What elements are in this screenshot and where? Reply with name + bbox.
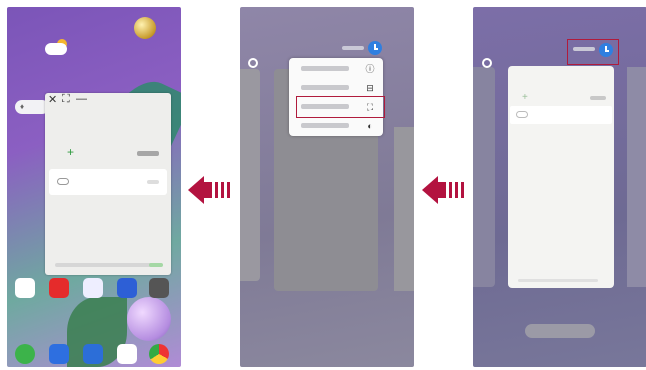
highlight-box xyxy=(567,39,619,65)
blurred-title xyxy=(137,151,159,156)
weather-icon[interactable] xyxy=(45,39,71,55)
chrome-icon[interactable] xyxy=(149,344,169,364)
recent-app-card-side[interactable] xyxy=(627,67,646,287)
blurred-app-name xyxy=(342,46,364,50)
blurred-text xyxy=(147,180,159,184)
app-icon[interactable] xyxy=(117,278,137,298)
youtube-icon[interactable] xyxy=(49,278,69,298)
arrow-left-icon xyxy=(188,176,234,204)
blurred-footer xyxy=(55,263,155,267)
close-all-button[interactable] xyxy=(525,324,595,338)
recent-app-card[interactable] xyxy=(240,69,260,281)
blurred-footer-accent xyxy=(149,263,163,267)
app-icon[interactable] xyxy=(83,278,103,298)
pin-icon: ◐ xyxy=(367,121,373,131)
recent-app-card-side[interactable] xyxy=(473,67,495,287)
popup-window[interactable]: ✕ ⛶ — + xyxy=(45,93,171,275)
list-item[interactable] xyxy=(510,106,612,124)
popup-title-bar: ✕ ⛶ — xyxy=(45,93,171,107)
minimize-icon[interactable]: — xyxy=(76,93,87,105)
wallpaper-sphere xyxy=(127,297,171,341)
close-icon[interactable]: ✕ xyxy=(48,93,57,106)
highlight-box xyxy=(296,96,385,118)
menu-item-pin[interactable]: ◐ xyxy=(289,117,383,136)
mic-icon: ♦ xyxy=(20,102,25,111)
phone-screen-recent-apps-menu: ⓘ ⊟ ⛶ ◐ xyxy=(240,7,414,367)
clock-icon[interactable] xyxy=(368,41,382,55)
settings-icon[interactable] xyxy=(248,58,258,68)
toggle-icon xyxy=(57,178,69,185)
add-icon[interactable]: + xyxy=(67,145,74,159)
play-store-icon[interactable] xyxy=(117,344,137,364)
toggle-icon xyxy=(516,111,528,118)
app-info-icon: ⓘ xyxy=(365,64,375,74)
phone-screen-popup-view: ♦ ✕ ⛶ — + xyxy=(7,7,181,367)
menu-item-app-info[interactable]: ⓘ xyxy=(289,60,383,79)
camera-icon[interactable] xyxy=(83,344,103,364)
phone-icon[interactable] xyxy=(15,344,35,364)
search-widget[interactable]: ♦ xyxy=(15,100,49,114)
resize-icon[interactable]: ⛶ xyxy=(62,93,70,106)
wallpaper-ornament xyxy=(134,17,156,39)
phone-screen-recent-apps: + xyxy=(473,7,646,367)
messages-icon[interactable] xyxy=(49,344,69,364)
add-icon[interactable]: + xyxy=(522,92,528,103)
list-item[interactable] xyxy=(49,169,167,195)
settings-icon[interactable] xyxy=(149,278,169,298)
recent-app-card[interactable] xyxy=(394,127,414,291)
recent-app-card[interactable]: + xyxy=(508,66,614,288)
gallery-icon[interactable] xyxy=(15,278,35,298)
blurred-title xyxy=(590,96,606,100)
blurred-footer xyxy=(518,279,598,282)
arrow-left-icon xyxy=(422,176,468,204)
split-view-icon: ⊟ xyxy=(366,83,374,93)
settings-icon[interactable] xyxy=(482,58,492,68)
